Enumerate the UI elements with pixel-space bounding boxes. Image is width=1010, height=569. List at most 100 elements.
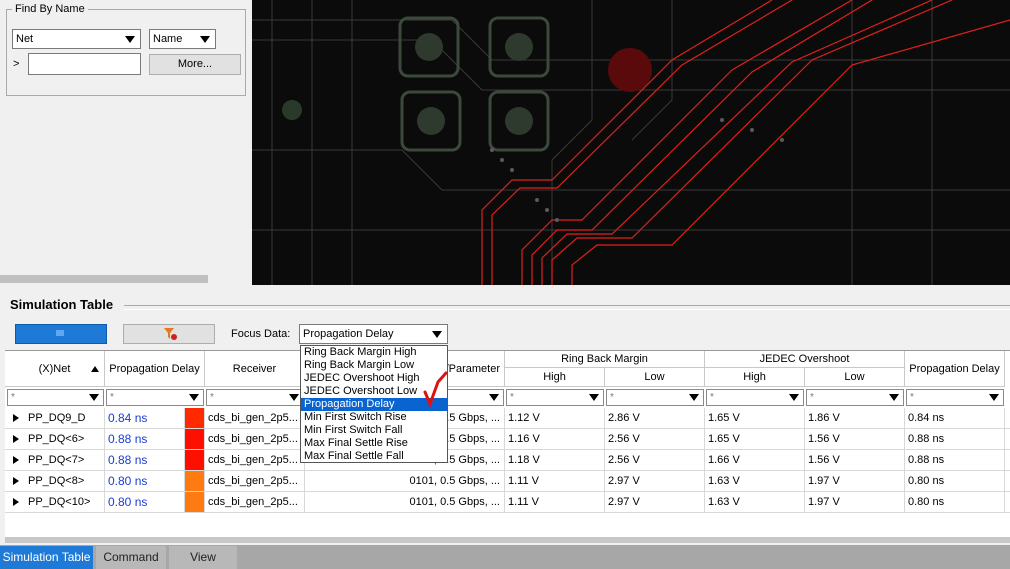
column-header-receiver[interactable]: Receiver xyxy=(205,351,305,387)
table-row[interactable]: PP_DQ<7> 0.88 ns cds_bi_gen_2p5... 0101,… xyxy=(5,450,1010,471)
column-header-jedec-low[interactable]: Low xyxy=(805,368,905,387)
name-select-value: Name xyxy=(153,33,183,45)
chevron-down-icon xyxy=(89,394,99,401)
delay-color-swatch xyxy=(185,408,205,428)
clear-filter-button[interactable] xyxy=(123,324,215,344)
cell-jedec-high: 1.65 V xyxy=(705,408,805,428)
chevron-down-icon xyxy=(200,36,210,43)
cell-jedec-low: 1.56 V xyxy=(805,450,905,470)
cell-propagation-delay: 0.80 ns xyxy=(105,471,185,491)
simulation-table-title: Simulation Table xyxy=(10,297,114,312)
filter-jedec-high[interactable]: * xyxy=(706,389,804,406)
chevron-down-icon xyxy=(889,394,899,401)
focus-data-select[interactable]: Propagation Delay xyxy=(299,324,448,344)
cell-jedec-high: 1.63 V xyxy=(705,492,805,512)
cell-ring-back-high: 1.18 V xyxy=(505,450,605,470)
cell-ring-back-low: 2.97 V xyxy=(605,492,705,512)
cell-ring-back-low: 2.86 V xyxy=(605,408,705,428)
expand-row-icon[interactable] xyxy=(13,498,19,506)
column-group-ring-back-margin: Ring Back Margin xyxy=(505,351,705,368)
table-row[interactable]: PP_DQ9_D 0.84 ns cds_bi_gen_2p5... .5 Gb… xyxy=(5,408,1010,429)
find-by-name-title: Find By Name xyxy=(12,3,88,15)
delay-color-swatch xyxy=(185,471,205,491)
cell-receiver: cds_bi_gen_2p5... xyxy=(205,450,305,470)
tab-command[interactable]: Command xyxy=(96,546,166,569)
more-button[interactable]: More... xyxy=(149,54,241,75)
dropdown-option[interactable]: Max Final Settle Rise xyxy=(301,437,447,450)
table-row[interactable]: PP_DQ<8> 0.80 ns cds_bi_gen_2p5... 0101,… xyxy=(5,471,1010,492)
cell-jedec-low: 1.97 V xyxy=(805,471,905,491)
table-row[interactable]: PP_DQ<10> 0.80 ns cds_bi_gen_2p5... 0101… xyxy=(5,492,1010,513)
tab-simulation-table[interactable]: Simulation Table xyxy=(0,546,93,569)
chevron-down-icon xyxy=(789,394,799,401)
cell-jedec-high: 1.63 V xyxy=(705,471,805,491)
horizontal-scrollbar[interactable] xyxy=(0,275,208,283)
dropdown-option[interactable]: Min First Switch Fall xyxy=(301,424,447,437)
chevron-down-icon xyxy=(189,394,199,401)
cell-ring-back-high: 1.11 V xyxy=(505,492,605,512)
cell-net: PP_DQ<6> xyxy=(25,429,105,449)
column-header-ring-back-low[interactable]: Low xyxy=(605,368,705,387)
sort-ascending-icon xyxy=(91,366,99,372)
dropdown-option[interactable]: Ring Back Margin High xyxy=(301,346,447,359)
column-header-net-label: (X)Net xyxy=(38,363,71,375)
column-group-jedec-overshoot: JEDEC Overshoot xyxy=(705,351,905,368)
dropdown-option[interactable]: Max Final Settle Fall xyxy=(301,450,447,463)
column-header-propagation-delay[interactable]: Propagation Delay xyxy=(105,351,205,387)
filter-text: * xyxy=(11,392,15,403)
expand-row-icon[interactable] xyxy=(13,456,19,464)
column-header-propagation-delay-2[interactable]: Propagation Delay xyxy=(905,351,1005,387)
cell-propagation-delay-2: 0.88 ns xyxy=(905,429,1005,449)
filter-net[interactable]: * xyxy=(7,389,104,406)
table-horizontal-scrollbar[interactable] xyxy=(5,537,1010,543)
object-type-select[interactable]: Net xyxy=(12,29,141,49)
filter-text: * xyxy=(710,392,714,403)
cell-net: PP_DQ9_D xyxy=(25,408,105,428)
delay-color-swatch xyxy=(185,429,205,449)
cell-ring-back-high: 1.12 V xyxy=(505,408,605,428)
filter-ring-back-high[interactable]: * xyxy=(506,389,604,406)
cell-receiver: cds_bi_gen_2p5... xyxy=(205,492,305,512)
expand-row-icon[interactable] xyxy=(13,435,19,443)
cell-receiver: cds_bi_gen_2p5... xyxy=(205,471,305,491)
filter-toggle-button[interactable] xyxy=(15,324,107,344)
focus-data-label: Focus Data: xyxy=(231,328,291,340)
cell-propagation-delay: 0.88 ns xyxy=(105,429,185,449)
cell-propagation-delay-2: 0.80 ns xyxy=(905,492,1005,512)
cell-propagation-delay-2: 0.84 ns xyxy=(905,408,1005,428)
cell-propagation-delay: 0.84 ns xyxy=(105,408,185,428)
filter-receiver[interactable]: * xyxy=(206,389,304,406)
filter-ring-back-low[interactable]: * xyxy=(606,389,704,406)
delay-color-swatch xyxy=(185,492,205,512)
expand-row-icon[interactable] xyxy=(13,414,19,422)
filter-text: * xyxy=(610,392,614,403)
column-header-jedec-high[interactable]: High xyxy=(705,368,805,387)
pcb-layout-graphic xyxy=(252,0,1010,285)
table-row[interactable]: PP_DQ<6> 0.88 ns cds_bi_gen_2p5... .5 Gb… xyxy=(5,429,1010,450)
delay-color-swatch xyxy=(185,450,205,470)
simulation-table: (X)Net Propagation Delay Receiver /Param… xyxy=(5,350,1010,541)
cell-ring-back-high: 1.11 V xyxy=(505,471,605,491)
column-header-ring-back-high[interactable]: High xyxy=(505,368,605,387)
name-select[interactable]: Name xyxy=(149,29,216,49)
cell-jedec-high: 1.66 V xyxy=(705,450,805,470)
column-header-net[interactable]: (X)Net xyxy=(5,351,105,387)
checkmark-annotation-icon xyxy=(423,371,448,409)
find-by-name-panel: Find By Name Net Name > More... xyxy=(0,0,248,285)
filter-text: * xyxy=(810,392,814,403)
expand-row-icon[interactable] xyxy=(13,477,19,485)
pcb-canvas[interactable] xyxy=(252,0,1010,285)
focus-data-value: Propagation Delay xyxy=(303,328,394,340)
cell-jedec-low: 1.97 V xyxy=(805,492,905,512)
filter-jedec-low[interactable]: * xyxy=(806,389,904,406)
cell-propagation-delay-2: 0.88 ns xyxy=(905,450,1005,470)
cell-net: PP_DQ<10> xyxy=(25,492,105,512)
title-divider xyxy=(124,305,1010,310)
tab-view[interactable]: View xyxy=(169,546,237,569)
chevron-down-icon xyxy=(125,36,135,43)
dropdown-option[interactable]: Min First Switch Rise xyxy=(301,411,447,424)
filter-propagation-delay-2[interactable]: * xyxy=(906,389,1004,406)
find-name-input[interactable] xyxy=(28,53,141,75)
chevron-down-icon xyxy=(432,331,442,338)
filter-propagation-delay[interactable]: * xyxy=(106,389,204,406)
